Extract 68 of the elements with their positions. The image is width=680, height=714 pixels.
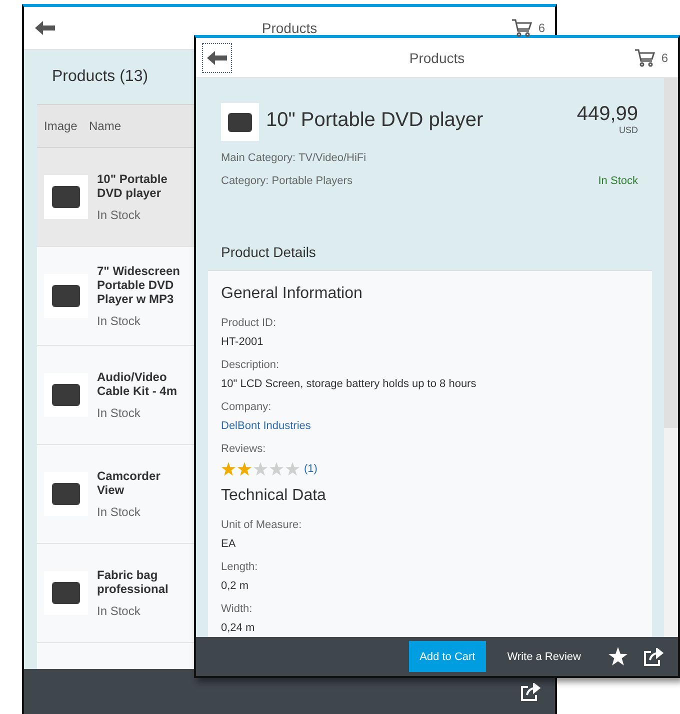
share-icon (644, 648, 664, 666)
rating-star-icon (253, 462, 268, 476)
column-header: Name (89, 119, 122, 133)
price: 449,99 (576, 103, 638, 125)
field-value: HT-2001 (221, 336, 264, 348)
back-arrow-icon (207, 50, 227, 64)
field-value: EA (221, 538, 237, 550)
field-value: 0,2 m (221, 580, 250, 592)
header-title: Products (409, 50, 465, 66)
cart-button[interactable]: 6 (512, 19, 545, 37)
product-name: Audio/Video Cable Kit - 4m (97, 370, 178, 398)
write-review-button[interactable]: Write a Review (496, 641, 592, 672)
group-title: General Information (221, 285, 364, 303)
stock-status: In Stock (598, 175, 638, 187)
field-label: Reviews: (221, 443, 267, 455)
field-label: Width: (221, 603, 254, 615)
product-image-placeholder (44, 472, 88, 516)
rating-star-icon (285, 462, 300, 476)
product-name: Camcorder View (97, 469, 162, 497)
section-title: Product Details (220, 243, 317, 262)
product-name: 7" Widescreen Portable DVD Player w MP3 (97, 264, 181, 306)
main-category: Main Category: TV/Video/HiFi (221, 152, 366, 164)
product-row[interactable]: Fabric bag professional In Stock (37, 544, 194, 643)
company-link[interactable]: DelBont Industries (221, 420, 311, 432)
product-title: 10" Portable DVD player (266, 109, 484, 132)
product-image-placeholder (44, 571, 88, 615)
field-label: Product ID: (221, 317, 278, 329)
product-image-placeholder (221, 103, 259, 141)
cart-icon (635, 48, 656, 66)
review-count: (1) (304, 463, 318, 475)
product-name: Fabric bag professional (97, 568, 170, 596)
back-button[interactable] (202, 42, 232, 72)
back-arrow-icon (35, 21, 55, 35)
currency: USD (618, 125, 638, 135)
stock-status: In Stock (97, 604, 142, 618)
product-image-placeholder (44, 175, 88, 219)
product-row[interactable]: Camcorder View In Stock (37, 445, 194, 544)
cart-icon (512, 19, 532, 37)
stock-status: In Stock (97, 314, 142, 328)
list-title: Products (13) (52, 68, 148, 86)
field-label: Unit of Measure: (221, 519, 303, 531)
share-icon (521, 682, 541, 700)
scrollbar[interactable] (664, 78, 678, 637)
rating-star-icon (237, 462, 252, 476)
product-image-placeholder (44, 274, 88, 318)
stock-status: In Stock (97, 505, 142, 519)
field-label: Length: (221, 561, 259, 573)
category: Category: Portable Players (221, 175, 352, 187)
cart-button[interactable]: 6 (635, 48, 668, 66)
stock-status: In Stock (97, 406, 142, 420)
cart-count: 6 (661, 50, 668, 64)
column-header: Image (43, 119, 78, 133)
field-value: 0,24 m (221, 622, 256, 634)
product-image-placeholder (44, 373, 88, 417)
rating-star-icon (269, 462, 284, 476)
product-row[interactable]: 7" Widescreen Portable DVD Player w MP3 In Stock (37, 247, 194, 346)
product-row[interactable]: Audio/Video Cable Kit - 4m In Stock (37, 346, 194, 445)
field-label: Description: (221, 359, 280, 371)
rating-star-icon (221, 462, 236, 476)
stock-status: In Stock (97, 208, 142, 222)
header-title: Products (262, 20, 318, 36)
favorite-star-icon (608, 647, 628, 666)
field-value: 10" LCD Screen, storage battery holds up to 8 hours (221, 378, 478, 390)
cart-count: 6 (538, 21, 545, 35)
product-row[interactable]: 10" Portable DVD player In Stock (37, 148, 194, 247)
product-name: 10" Portable DVD player (97, 172, 168, 200)
group-title: Technical Data (221, 487, 327, 505)
field-label: Company: (221, 401, 272, 413)
